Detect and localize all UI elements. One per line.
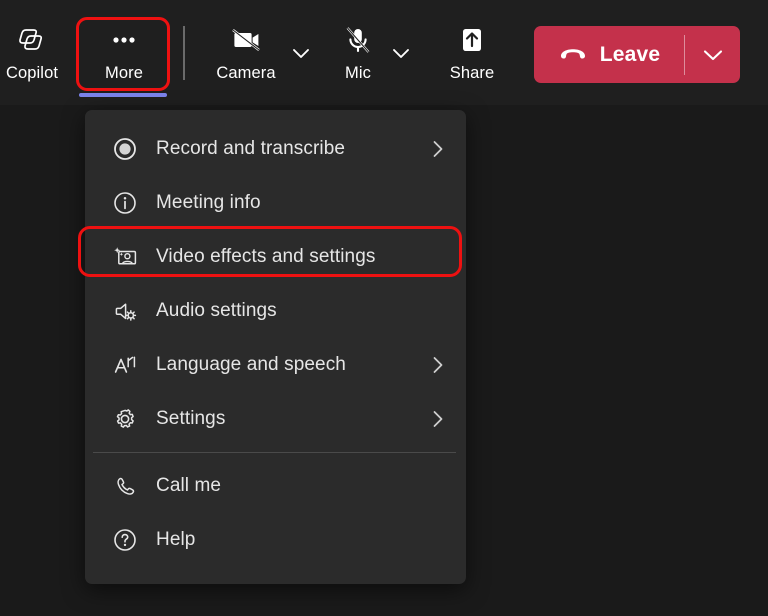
menu-item-meeting-info[interactable]: Meeting info <box>85 176 466 230</box>
video-effects-icon <box>110 242 140 272</box>
toolbar-button-camera[interactable]: Camera <box>204 20 288 83</box>
leave-button[interactable]: Leave <box>534 26 684 83</box>
more-ellipsis-icon <box>107 20 141 60</box>
toolbar-button-more[interactable]: More <box>80 20 168 83</box>
more-options-menu: Record and transcribe Meeting info Video… <box>85 110 466 584</box>
chevron-right-icon <box>428 409 448 429</box>
copilot-icon <box>15 20 49 60</box>
toolbar-divider <box>183 26 185 80</box>
speaker-gear-icon <box>110 296 140 326</box>
leave-button-label: Leave <box>599 42 661 66</box>
translate-icon <box>110 350 140 380</box>
menu-item-help[interactable]: Help <box>85 513 466 567</box>
menu-label-settings: Settings <box>156 408 226 429</box>
menu-item-language-and-speech[interactable]: Language and speech <box>85 338 466 392</box>
menu-item-video-effects-and-settings[interactable]: Video effects and settings <box>85 230 466 284</box>
menu-label-meeting-info: Meeting info <box>156 192 261 213</box>
share-screen-icon <box>455 20 489 60</box>
mic-off-icon <box>341 20 375 60</box>
toolbar-button-mic[interactable]: Mic <box>330 20 386 83</box>
toolbar-label-share: Share <box>449 64 495 82</box>
menu-label-language-and-speech: Language and speech <box>156 354 346 375</box>
menu-item-record-and-transcribe[interactable]: Record and transcribe <box>85 122 466 176</box>
menu-item-audio-settings[interactable]: Audio settings <box>85 284 466 338</box>
chevron-right-icon <box>428 355 448 375</box>
menu-item-call-me[interactable]: Call me <box>85 459 466 513</box>
menu-label-record-and-transcribe: Record and transcribe <box>156 138 346 159</box>
menu-label-video-effects-and-settings: Video effects and settings <box>156 246 376 267</box>
hangup-phone-icon <box>558 42 588 67</box>
teams-meeting-window: Copilot More Camera Mic Share Leave Reco… <box>0 0 768 616</box>
help-circle-icon <box>110 525 140 555</box>
toolbar-label-camera: Camera <box>216 64 276 82</box>
mic-options-caret[interactable] <box>388 40 414 66</box>
record-circle-icon <box>110 134 140 164</box>
menu-label-call-me: Call me <box>156 475 222 496</box>
toolbar-button-copilot[interactable]: Copilot <box>0 20 64 83</box>
toolbar-button-share[interactable]: Share <box>434 20 510 83</box>
phone-handset-icon <box>110 471 140 501</box>
menu-item-settings[interactable]: Settings <box>85 392 466 446</box>
leave-options-caret[interactable] <box>685 26 740 83</box>
camera-options-caret[interactable] <box>288 40 314 66</box>
toolbar-label-mic: Mic <box>345 64 371 82</box>
chevron-down-icon <box>293 48 309 58</box>
toolbar-label-copilot: Copilot <box>5 64 59 82</box>
chevron-down-icon <box>393 48 409 58</box>
gear-icon <box>110 404 140 434</box>
menu-label-audio-settings: Audio settings <box>156 300 277 321</box>
menu-section-divider <box>93 452 456 453</box>
info-circle-icon <box>110 188 140 218</box>
menu-label-help: Help <box>156 529 196 550</box>
meeting-toolbar: Copilot More Camera Mic Share Leave <box>0 0 768 105</box>
chevron-down-icon <box>703 49 722 60</box>
camera-off-icon <box>226 20 266 60</box>
toolbar-label-more: More <box>105 64 143 82</box>
leave-button-group: Leave <box>534 26 740 83</box>
chevron-right-icon <box>428 139 448 159</box>
more-active-indicator <box>79 93 167 97</box>
